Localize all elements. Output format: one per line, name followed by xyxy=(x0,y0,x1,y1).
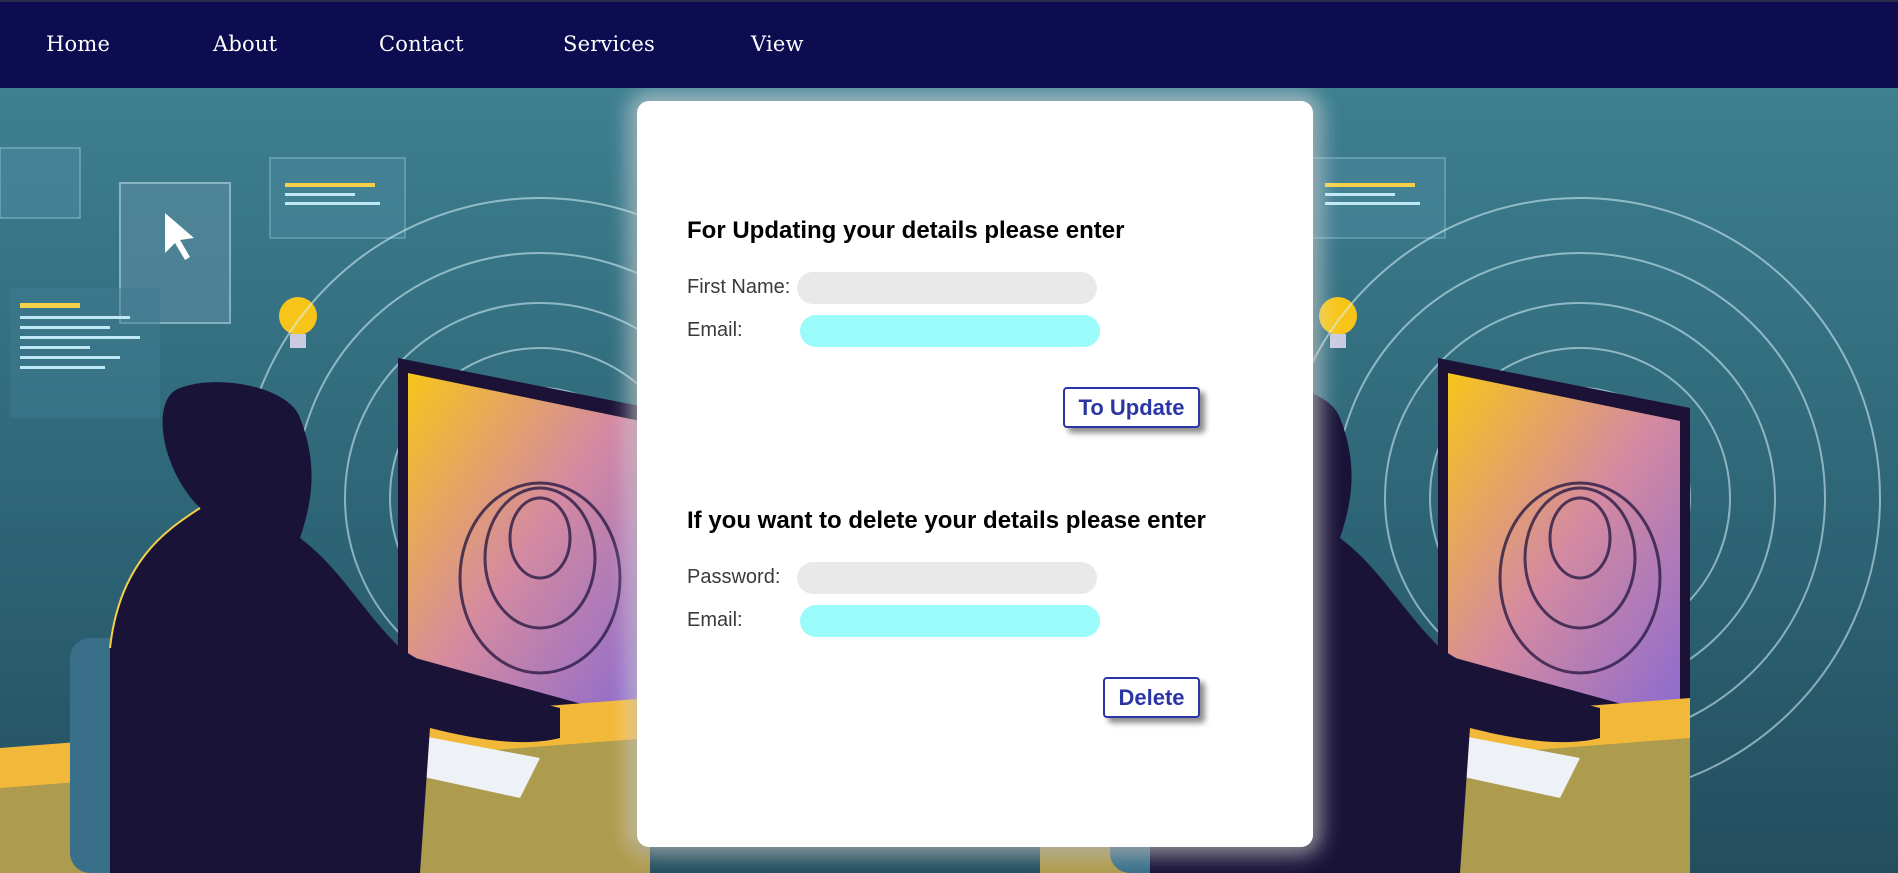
nav-services-link[interactable]: Services xyxy=(563,32,655,56)
delete-button[interactable]: Delete xyxy=(1103,677,1200,718)
delete-email-label: Email: xyxy=(687,609,743,631)
delete-email-input[interactable] xyxy=(800,605,1100,637)
update-section-heading: For Updating your details please enter xyxy=(687,217,1125,244)
first-name-input[interactable] xyxy=(797,272,1097,304)
to-update-button[interactable]: To Update xyxy=(1063,387,1200,428)
password-input[interactable] xyxy=(797,562,1097,594)
nav-view-link[interactable]: View xyxy=(751,32,804,56)
update-email-label: Email: xyxy=(687,319,743,341)
update-email-input[interactable] xyxy=(800,315,1100,347)
password-label: Password: xyxy=(687,566,781,588)
delete-section-heading: If you want to delete your details pleas… xyxy=(687,507,1206,534)
nav-about-link[interactable]: About xyxy=(213,32,277,56)
top-navbar: Home About Contact Services View xyxy=(0,0,1898,88)
first-name-label: First Name: xyxy=(687,276,791,298)
nav-contact-link[interactable]: Contact xyxy=(379,32,464,56)
account-form-card: For Updating your details please enter F… xyxy=(637,101,1313,847)
nav-home-link[interactable]: Home xyxy=(46,32,110,56)
